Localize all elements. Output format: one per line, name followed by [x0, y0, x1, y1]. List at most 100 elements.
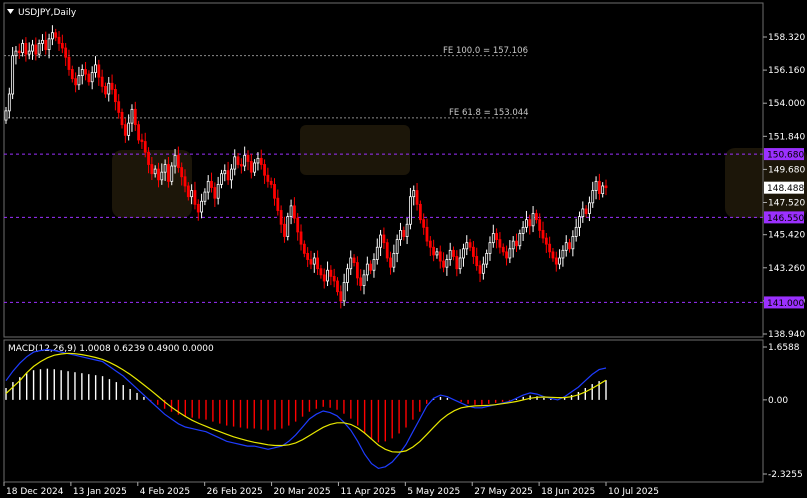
candle-body [21, 43, 24, 54]
candle-body [223, 170, 227, 175]
candle-body [488, 242, 492, 254]
candle-body [329, 269, 333, 277]
time-tick-label: 26 Feb 2025 [207, 487, 263, 497]
candle-body [292, 205, 296, 219]
price-tick-label: 151.840 [768, 132, 805, 142]
time-tick-label: 27 May 2025 [474, 487, 533, 497]
trading-chart[interactable]: USDJPY,Daily FE 100.0 = 157.106 FE 61.8 … [0, 0, 807, 498]
current-price-label: 148.488 [767, 184, 804, 194]
candle-body [438, 251, 442, 262]
candle-body [117, 101, 121, 113]
candle-body [455, 256, 459, 270]
time-tick-label: 4 Feb 2025 [140, 487, 190, 497]
candle-body [54, 32, 58, 38]
candle-body [538, 219, 542, 231]
candle-body [379, 234, 382, 248]
price-tick-label: 145.420 [768, 231, 805, 241]
candle-body [505, 251, 508, 259]
candle-body [574, 226, 578, 237]
candle-body [525, 219, 528, 228]
candle-body [263, 164, 266, 176]
candle-body [273, 184, 276, 199]
candle-body [415, 190, 419, 205]
candle-body [37, 43, 41, 55]
time-tick-label: 13 Jan 2025 [73, 487, 127, 497]
candle-body [588, 202, 591, 214]
candle-body [213, 187, 217, 199]
candle-body [100, 76, 104, 87]
candle-body [521, 226, 525, 234]
candle-body [326, 269, 329, 282]
candle-body [405, 223, 409, 237]
candle-body [170, 165, 174, 182]
candle-body [150, 164, 154, 175]
candle-body [24, 43, 28, 55]
candle-body [230, 168, 233, 181]
candle-body [193, 190, 197, 205]
candle-body [554, 257, 558, 265]
candle-body [448, 249, 452, 260]
candle-body [501, 246, 505, 253]
candle-body [34, 44, 38, 55]
candle-body [289, 205, 293, 218]
level-badge-label: 141.000 [767, 299, 804, 309]
candle-body [31, 44, 34, 52]
candle-body [544, 237, 548, 245]
candle-body [90, 72, 94, 83]
candle-body [359, 277, 363, 286]
candle-body [140, 139, 144, 142]
candle-body [163, 164, 167, 173]
candle-body [220, 173, 223, 185]
candle-body [422, 219, 426, 228]
candle-body [60, 43, 64, 49]
candle-body [515, 240, 518, 247]
macd-header: MACD(12,26,9) 1.0008 0.6239 0.4900 0.000… [8, 344, 214, 354]
price-tick-label: 143.260 [768, 264, 805, 274]
candle-body [332, 275, 336, 282]
symbol-title: USDJPY,Daily [18, 8, 77, 18]
level-badge-label: 146.550 [767, 214, 804, 224]
candle-body [458, 257, 462, 270]
candle-body [418, 203, 422, 221]
candle-body [399, 230, 402, 240]
candle-body [120, 111, 124, 126]
candle-body [180, 167, 184, 178]
candle-body [495, 233, 499, 240]
candle-body [355, 262, 359, 279]
candle-body [551, 251, 555, 259]
candle-body [462, 248, 465, 259]
price-tick-label: 138.940 [768, 330, 805, 340]
candle-body [491, 233, 495, 244]
candle-body [508, 248, 512, 259]
candle-body [94, 64, 97, 73]
time-tick-label: 18 Dec 2024 [6, 487, 64, 497]
candle-body [47, 38, 51, 50]
candle-body [365, 263, 369, 276]
candle-body [481, 263, 485, 274]
candle-body [604, 185, 608, 189]
candle-body [312, 257, 316, 265]
candle-body [468, 242, 472, 248]
candle-body [531, 213, 535, 227]
candle-body [283, 223, 286, 237]
candle-body [299, 231, 303, 245]
candle-body [534, 213, 538, 221]
candle-body [435, 251, 439, 256]
candle-body [44, 39, 48, 50]
candle-body [475, 256, 479, 267]
candle-body [27, 50, 31, 55]
candle-body [296, 217, 300, 233]
candle-body [246, 154, 250, 162]
candle-body [412, 190, 416, 198]
candle-body [568, 242, 571, 250]
candle-body [4, 110, 8, 121]
fib-label-61-8: FE 61.8 = 153.044 [449, 108, 529, 118]
candle-body [306, 252, 310, 260]
candle-body [286, 216, 290, 237]
candle-body [591, 190, 595, 204]
fib-label-100: FE 100.0 = 157.106 [443, 46, 528, 56]
candle-body [518, 233, 522, 247]
candle-body [597, 180, 601, 195]
candle-body [392, 252, 396, 268]
candle-body [601, 185, 605, 195]
